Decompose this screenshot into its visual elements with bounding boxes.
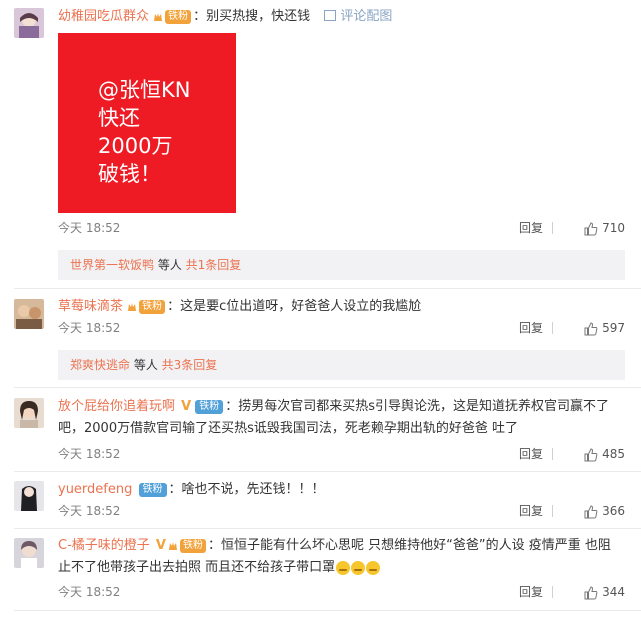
- subreply-user[interactable]: 郑爽快逃命: [70, 358, 130, 372]
- timestamp: 今天 18:52: [58, 504, 121, 518]
- username[interactable]: 草莓味滴茶: [58, 299, 123, 314]
- crown-icon: [168, 541, 177, 550]
- avatar[interactable]: [14, 8, 44, 38]
- fan-badge[interactable]: 铁粉: [138, 482, 167, 497]
- like-count: 597: [602, 321, 625, 335]
- like-button[interactable]: 485: [584, 444, 625, 464]
- timestamp: 今天 18:52: [58, 585, 121, 599]
- divider: [14, 528, 641, 529]
- avatar-image: [14, 538, 44, 568]
- avatar[interactable]: [14, 398, 44, 428]
- comment-text: ：这是要c位出道呀，好爸爸人设立的我尴尬: [167, 299, 422, 314]
- divider: [552, 586, 553, 598]
- avatar[interactable]: [14, 481, 44, 511]
- like-count: 366: [602, 504, 625, 518]
- subreply-count[interactable]: 共1条回复: [186, 258, 242, 272]
- thumbs-up-icon: [584, 585, 598, 599]
- divider: [14, 471, 641, 472]
- vip-icon[interactable]: V: [156, 538, 166, 553]
- timestamp: 今天 18:52: [58, 447, 121, 461]
- thumbs-up-icon: [584, 221, 598, 235]
- avatar[interactable]: [14, 538, 44, 568]
- subreply-mid: 等人: [154, 258, 186, 272]
- crown-icon: [154, 12, 163, 21]
- divider: [14, 288, 641, 289]
- sweat-smile-emoji-icon: [366, 560, 381, 575]
- like-button[interactable]: 366: [584, 501, 625, 521]
- username[interactable]: 放个屁给你追着玩啊: [58, 399, 175, 414]
- subreply-user[interactable]: 世界第一软饭鸭: [70, 258, 154, 272]
- like-button[interactable]: 344: [584, 582, 625, 602]
- avatar[interactable]: [14, 299, 44, 329]
- fan-badge[interactable]: 铁粉: [139, 299, 166, 314]
- divider: [14, 387, 641, 388]
- divider: [14, 610, 641, 611]
- avatar-image: [14, 299, 44, 329]
- sweat-smile-emoji-icon: [351, 560, 366, 575]
- image-text-line: 2000万: [98, 134, 173, 158]
- username[interactable]: C-橘子味的橙子: [58, 538, 150, 553]
- subreply-summary[interactable]: 郑爽快逃命 等人 共3条回复: [58, 350, 625, 380]
- sweat-smile-emoji-icon: [336, 560, 351, 575]
- reply-button[interactable]: 回复: [519, 582, 543, 602]
- comment-text: ：别买热搜，快还钱: [193, 9, 311, 24]
- username[interactable]: 幼稚园吃瓜群众: [58, 9, 149, 24]
- subreply-mid: 等人: [130, 358, 162, 372]
- comment-image[interactable]: @张恒KN 快还 2000万 破钱！: [58, 33, 236, 213]
- reply-button[interactable]: 回复: [519, 501, 543, 521]
- subreply-count[interactable]: 共3条回复: [162, 358, 218, 372]
- avatar-image: [14, 398, 44, 428]
- comment-text: ：恒恒子能有什么坏心思呢 只想维持他好“爸爸”的人设 疫情严重 也阻: [207, 538, 611, 553]
- like-count: 485: [602, 447, 625, 461]
- divider: [552, 448, 553, 460]
- like-button[interactable]: 710: [584, 218, 625, 238]
- image-text-line: 破钱！: [98, 162, 161, 186]
- comment-picture-link[interactable]: 评论配图: [324, 9, 392, 24]
- divider: [552, 222, 553, 234]
- fan-badge[interactable]: 铁粉: [165, 9, 192, 24]
- divider: [552, 505, 553, 517]
- comment-text: ：捞男每次官司都来买热s引导舆论洗，这是知道抚养权官司赢不了: [225, 399, 609, 414]
- comment-text: ：啥也不说，先还钱！！！: [168, 482, 325, 497]
- comment-text: 止不了他带孩子出去拍照 而且还不给孩子带口罩: [58, 560, 336, 575]
- reply-button[interactable]: 回复: [519, 218, 543, 238]
- thumbs-up-icon: [584, 504, 598, 518]
- like-count: 344: [602, 585, 625, 599]
- divider: [552, 322, 553, 334]
- image-text-line: 快还: [98, 106, 140, 130]
- like-count: 710: [602, 221, 625, 235]
- crown-icon: [128, 302, 137, 311]
- picture-icon: [324, 10, 337, 21]
- thumbs-up-icon: [584, 447, 598, 461]
- comment-text: 吧，2000万借款官司输了还买热s诋毁我国司法，死老赖孕期出轨的好爸爸 吐了: [58, 421, 518, 436]
- username[interactable]: yuerdefeng: [58, 482, 132, 497]
- timestamp: 今天 18:52: [58, 221, 121, 235]
- comment-picture-label: 评论配图: [340, 9, 393, 24]
- image-text-line: @张恒KN: [98, 78, 191, 102]
- avatar-image: [14, 481, 44, 511]
- avatar-image: [14, 8, 44, 38]
- reply-button[interactable]: 回复: [519, 444, 543, 464]
- reply-button[interactable]: 回复: [519, 318, 543, 338]
- thumbs-up-icon: [584, 321, 598, 335]
- timestamp: 今天 18:52: [58, 321, 121, 335]
- fan-badge[interactable]: 铁粉: [179, 538, 206, 553]
- like-button[interactable]: 597: [584, 318, 625, 338]
- subreply-summary[interactable]: 世界第一软饭鸭 等人 共1条回复: [58, 250, 625, 280]
- fan-badge[interactable]: 铁粉: [195, 399, 224, 414]
- vip-icon[interactable]: V: [181, 399, 191, 414]
